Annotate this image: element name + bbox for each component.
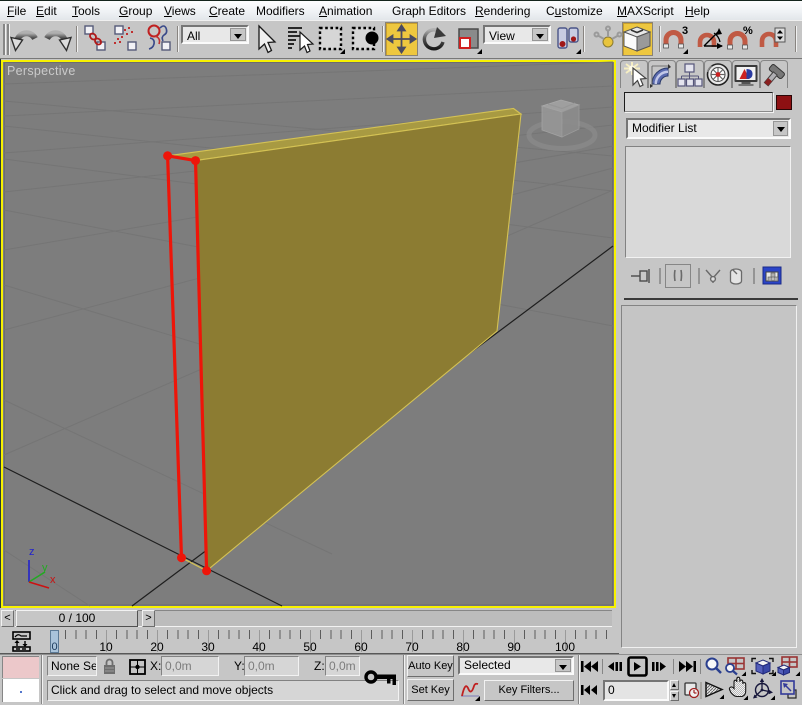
svg-text:%: % [743,25,753,37]
svg-text:3: 3 [682,25,688,37]
svg-text:x: x [50,574,56,586]
svg-text:z: z [29,546,35,558]
svg-text:Perspective: Perspective [7,64,76,78]
svg-text:y: y [42,562,48,574]
